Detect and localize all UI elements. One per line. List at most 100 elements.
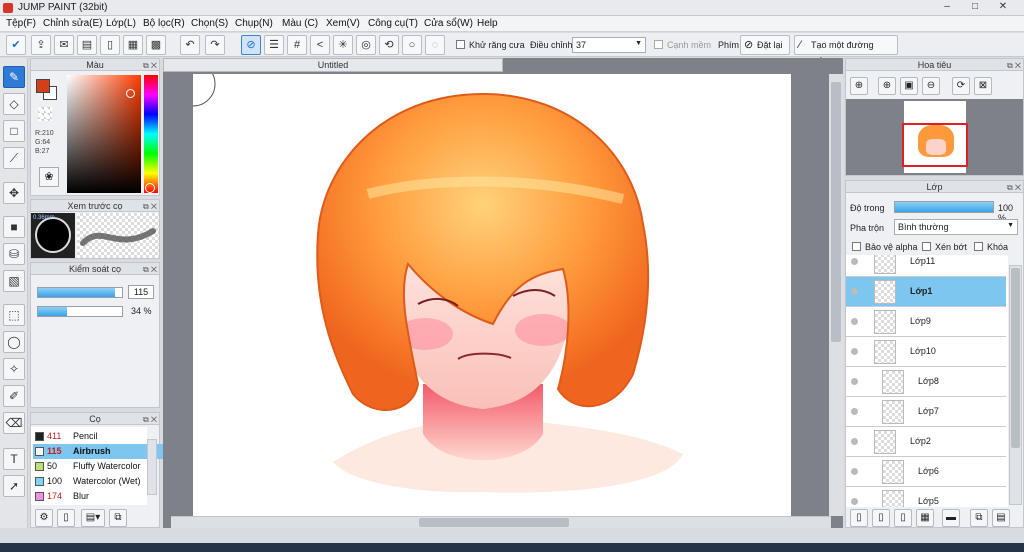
maximize-button[interactable]: □ <box>964 0 986 14</box>
visibility-icon[interactable] <box>851 468 858 475</box>
new-folder-icon[interactable]: ▬ <box>942 509 960 527</box>
menu-select[interactable]: Chọn(S) <box>191 18 228 29</box>
menu-filter[interactable]: Bộ lọc(R) <box>143 18 185 29</box>
document-icon[interactable]: ▯ <box>100 35 120 55</box>
picker-cursor[interactable] <box>126 89 135 98</box>
adjust-dropdown[interactable]: 37 ▼ <box>572 37 646 53</box>
visibility-icon[interactable] <box>851 408 858 415</box>
line-tool-icon[interactable]: ⟋ <box>3 147 25 169</box>
visibility-icon[interactable] <box>851 258 858 265</box>
new-layer-1bit-icon[interactable]: ▯ <box>894 509 912 527</box>
grid-lines-icon[interactable]: # <box>287 35 307 55</box>
visibility-icon[interactable] <box>851 378 858 385</box>
navigator-preview[interactable] <box>846 99 1023 175</box>
undo-icon[interactable]: ↶ <box>180 35 200 55</box>
reset-button[interactable]: ⊘ Đặt lại <box>740 35 790 55</box>
canvas-horizontal-scrollbar[interactable] <box>171 516 831 528</box>
zoom-out-icon[interactable]: ⊖ <box>922 77 940 95</box>
select-eraser-icon[interactable]: ⌫ <box>3 412 25 434</box>
hue-cursor[interactable] <box>145 183 155 193</box>
brush-opacity-slider[interactable] <box>37 306 123 317</box>
brush-list-scrollbar[interactable] <box>147 439 157 495</box>
vertical-scroll-thumb[interactable] <box>831 82 841 342</box>
layer-list-scrollbar[interactable] <box>1009 265 1022 505</box>
layer-menu-icon[interactable]: ▤ <box>992 509 1010 527</box>
document-tab[interactable]: Untitled <box>163 58 503 72</box>
zoom-plus-icon[interactable]: ⊕ <box>878 77 896 95</box>
brush-tool-icon[interactable]: ✎ <box>3 66 25 88</box>
soft-edge-checkbox[interactable] <box>654 40 663 49</box>
layer-row-lop1[interactable]: Lớp1 <box>846 277 1006 307</box>
rotate-icon[interactable]: ⟳ <box>952 77 970 95</box>
duplicate-layer-icon[interactable]: ⧉ <box>970 509 988 527</box>
menu-view[interactable]: Xem(V) <box>326 18 360 29</box>
visibility-icon[interactable] <box>851 438 858 445</box>
radial-icon[interactable]: ✳ <box>333 35 353 55</box>
layer-row-lop5[interactable]: Lớp5 <box>846 487 1006 507</box>
navigator-viewport-frame[interactable] <box>902 123 968 167</box>
close-button[interactable]: ✕ <box>992 0 1014 14</box>
canvas-vertical-scrollbar[interactable] <box>829 74 843 516</box>
menu-help[interactable]: Help <box>477 18 498 29</box>
layer-row-lop11[interactable]: Lớp11 <box>846 255 1006 277</box>
brush-copy-icon[interactable]: ⧉ <box>109 509 127 527</box>
perspective-icon[interactable]: < <box>310 35 330 55</box>
fill-shape-tool-icon[interactable]: ■ <box>3 216 25 238</box>
visibility-icon[interactable] <box>851 348 858 355</box>
new-layer-8bit-icon[interactable]: ▯ <box>872 509 890 527</box>
menu-window[interactable]: Cửa sổ(W) <box>424 18 473 29</box>
layer-row-lop6[interactable]: Lớp6 <box>846 457 1006 487</box>
lock-checkbox[interactable] <box>974 242 983 251</box>
check-icon[interactable]: ✔ <box>6 35 26 55</box>
transparent-color-swatch[interactable] <box>38 107 52 121</box>
panel-controls-icon[interactable]: ⧉ ✕ <box>1007 182 1021 194</box>
layer-row-lop2[interactable]: Lớp2 <box>846 427 1006 457</box>
panel-controls-icon[interactable]: ⧉ ✕ <box>1007 60 1021 72</box>
operation-tool-icon[interactable]: ➚ <box>3 475 25 497</box>
comment-icon[interactable]: ✉ <box>54 35 74 55</box>
visibility-icon[interactable] <box>851 318 858 325</box>
fit-view-icon[interactable]: ▣ <box>900 77 918 95</box>
menu-file[interactable]: Tệp(F) <box>6 18 36 29</box>
canvas-area[interactable]: Untitled <box>163 58 843 528</box>
halftone-layer-icon[interactable]: ▦ <box>916 509 934 527</box>
zoom-in-icon[interactable]: ⊕ <box>850 77 868 95</box>
grid-icon[interactable]: ▩ <box>146 35 166 55</box>
panel-controls-icon[interactable]: ⧉ ✕ <box>143 264 157 276</box>
blend-mode-dropdown[interactable]: Bình thường ▼ <box>894 219 1018 235</box>
reset-rotation-icon[interactable]: ⊠ <box>974 77 992 95</box>
note-icon[interactable]: ▤ <box>77 35 97 55</box>
panel-controls-icon[interactable]: ⧉ ✕ <box>143 60 157 72</box>
canvas-paper[interactable] <box>193 74 791 516</box>
bucket-tool-icon[interactable]: ⛁ <box>3 243 25 265</box>
layer-scroll-thumb[interactable] <box>1011 268 1020 448</box>
layer-row-lop8[interactable]: Lớp8 <box>846 367 1006 397</box>
export-icon[interactable]: ⇪ <box>31 35 51 55</box>
magic-wand-icon[interactable]: ✧ <box>3 358 25 380</box>
layer-opacity-slider[interactable] <box>894 201 994 213</box>
layer-row-lop7[interactable]: Lớp7 <box>846 397 1006 427</box>
menu-layer[interactable]: Lớp(L) <box>106 18 136 29</box>
page-icon[interactable]: ▦ <box>123 35 143 55</box>
brush-settings-icon[interactable]: ⚙ <box>35 509 53 527</box>
menu-capture[interactable]: Chụp(N) <box>235 18 273 29</box>
ellipse-icon[interactable]: ◌ <box>425 35 445 55</box>
hue-slider[interactable] <box>144 75 158 193</box>
visibility-icon[interactable] <box>851 288 858 295</box>
visibility-icon[interactable] <box>851 498 858 505</box>
redo-icon[interactable]: ↷ <box>205 35 225 55</box>
new-brush-icon[interactable]: ▯ <box>57 509 75 527</box>
lasso-tool-icon[interactable]: ◯ <box>3 331 25 353</box>
menu-edit[interactable]: Chỉnh sửa(E) <box>43 18 103 29</box>
new-layer-icon[interactable]: ▯ <box>850 509 868 527</box>
eraser-tool-icon[interactable]: ◇ <box>3 93 25 115</box>
palette-icon[interactable]: ❀ <box>39 167 59 187</box>
select-pen-icon[interactable]: ✐ <box>3 385 25 407</box>
panel-controls-icon[interactable]: ⧉ ✕ <box>143 414 157 426</box>
rectangle-tool-icon[interactable]: □ <box>3 120 25 142</box>
layer-row-lop9[interactable]: Lớp9 <box>846 307 1006 337</box>
antialias-checkbox[interactable] <box>456 40 465 49</box>
layer-row-lop10[interactable]: Lớp10 <box>846 337 1006 367</box>
straight-line-button[interactable]: ⁄ Tạo một đường thẳng <box>794 35 898 68</box>
foreground-color-swatch-top[interactable] <box>36 79 50 93</box>
